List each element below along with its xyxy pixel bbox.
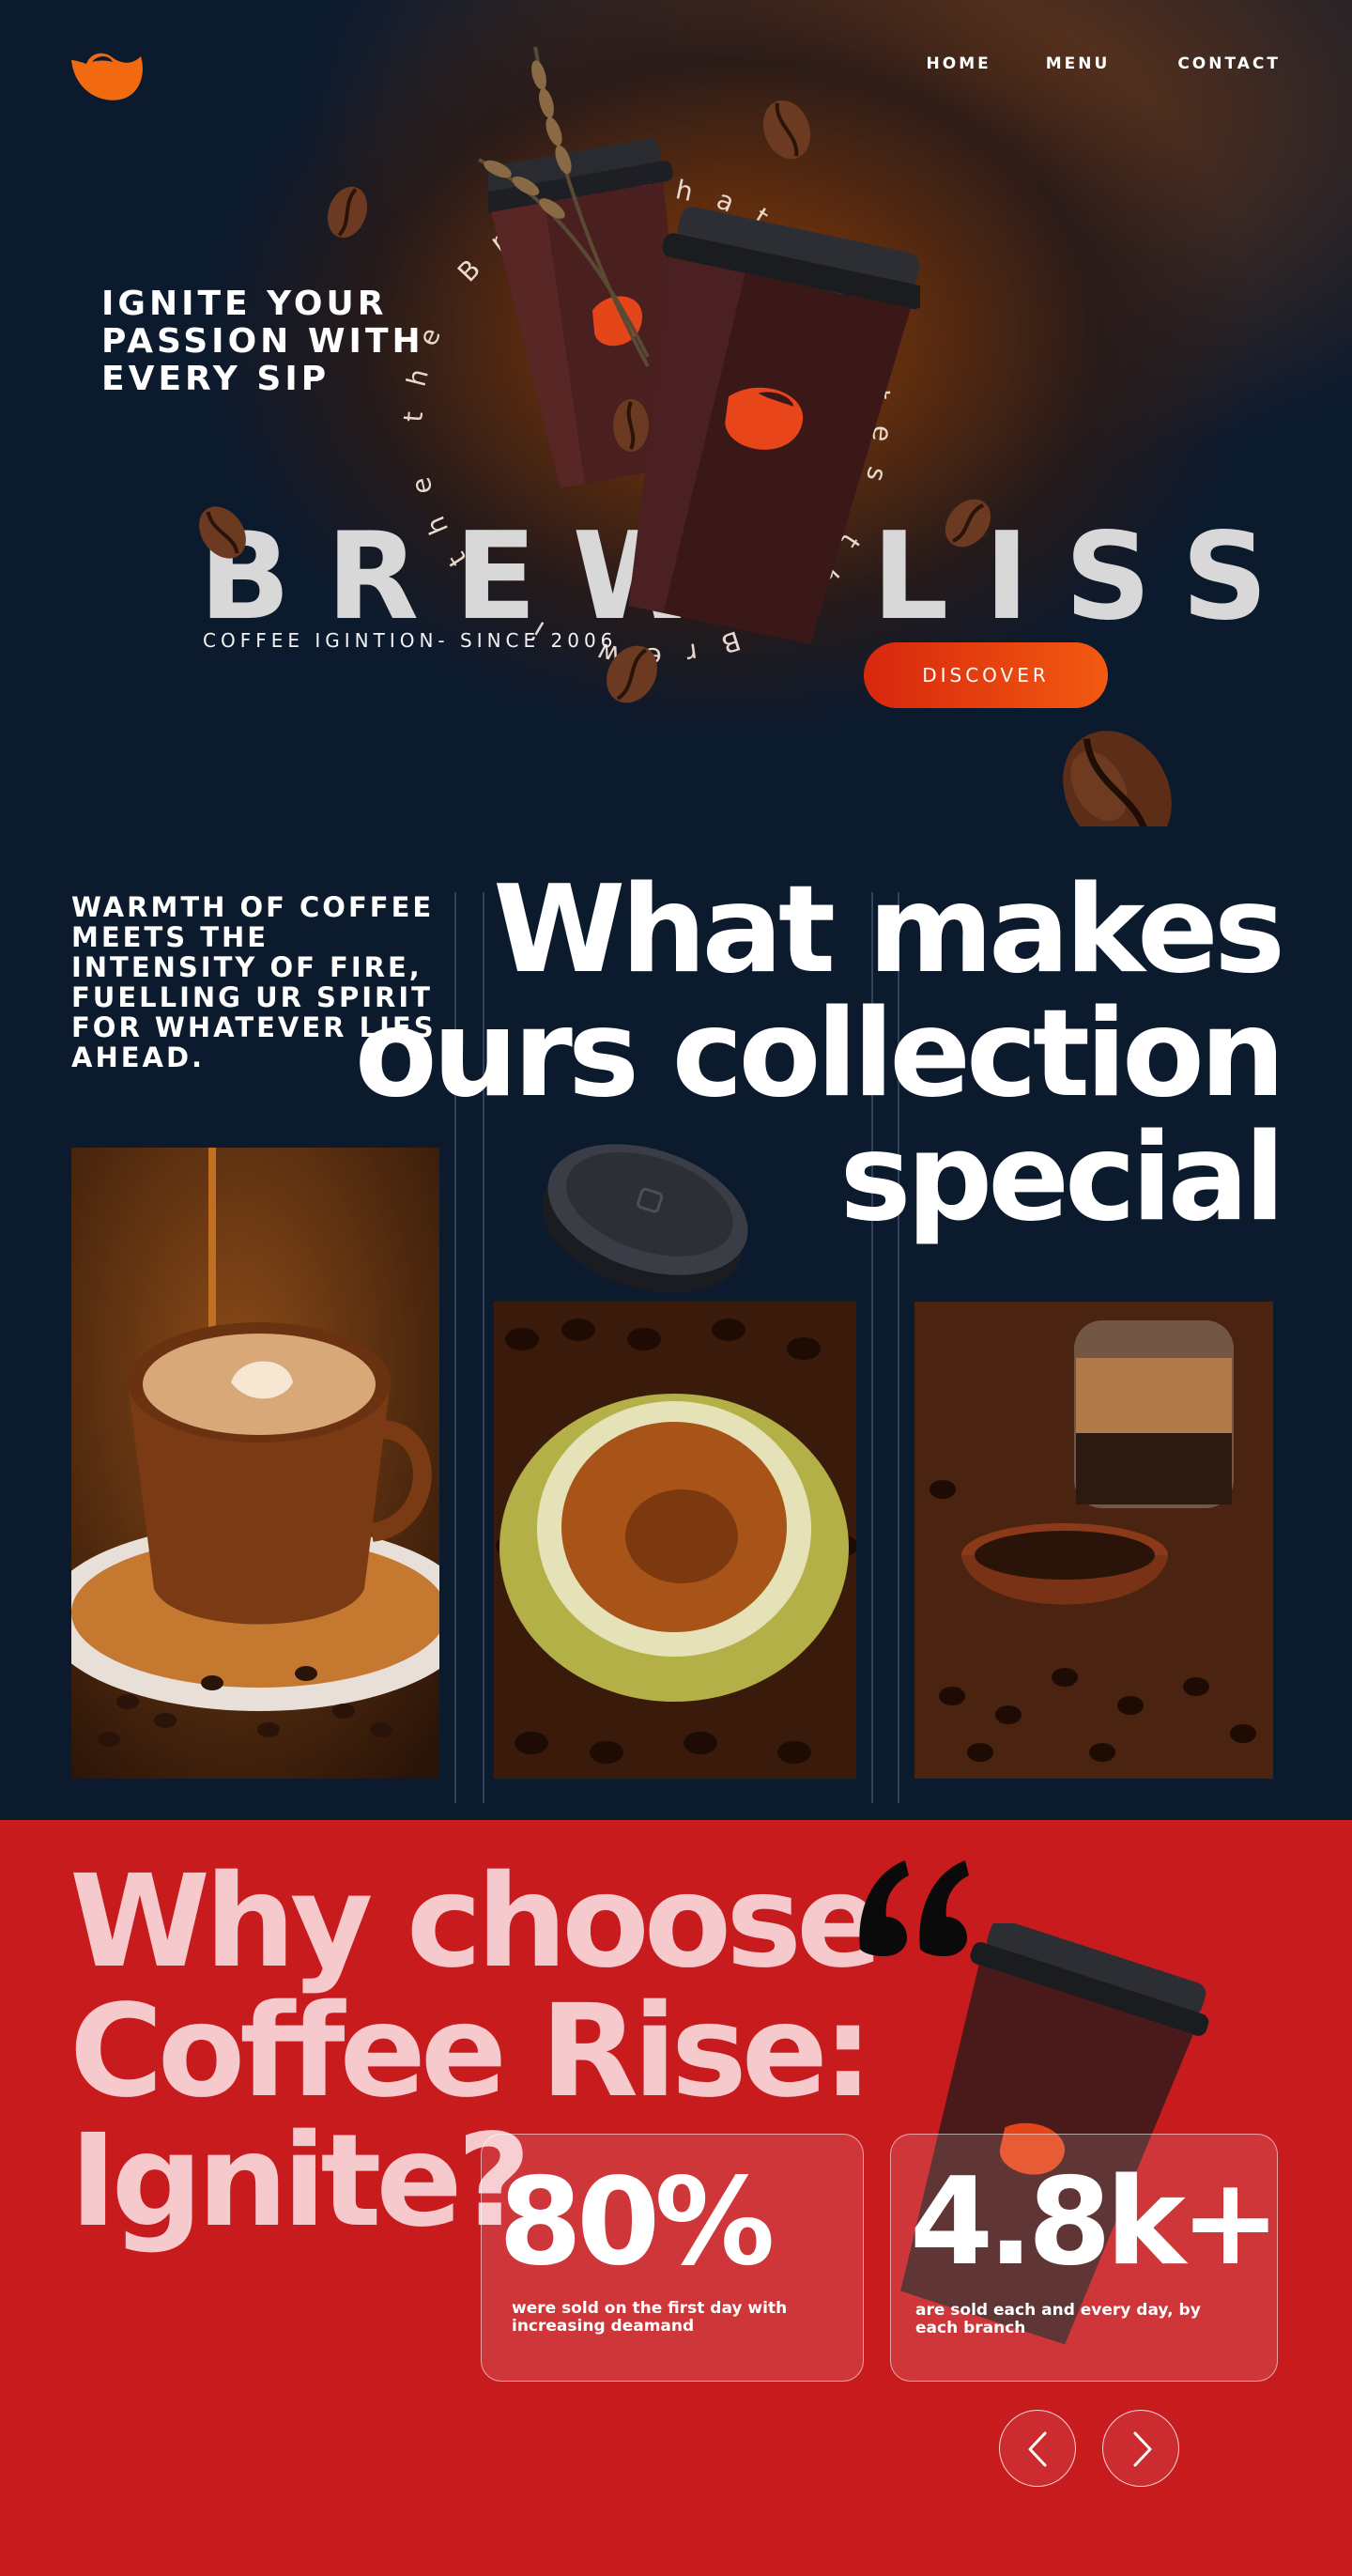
coffee-bean-image: [327, 186, 368, 239]
beans-bowl-photo: [914, 1302, 1273, 1779]
main-nav: HOME MENU CONTACT: [927, 54, 1281, 73]
stat-description: are sold each and every day, by each bra…: [915, 2301, 1201, 2337]
brand-right: LISS: [871, 507, 1304, 647]
prev-arrow-button[interactable]: [999, 2410, 1076, 2487]
stat-card: 80% were sold on the first day with incr…: [481, 2134, 864, 2382]
discover-button[interactable]: DISCOVER: [864, 642, 1108, 708]
coffee-bean-image: [762, 100, 811, 160]
nav-contact-link[interactable]: CONTACT: [1177, 54, 1281, 73]
quote-icon: [859, 1860, 969, 1956]
since-caption: COFFEE IGINTION- SINCE 2006: [203, 629, 618, 652]
chevron-right-icon: [1133, 2431, 1152, 2467]
stat-description: were sold on the first day with increasi…: [512, 2299, 788, 2336]
coffee-bean-image: [613, 399, 649, 452]
next-arrow-button[interactable]: [1102, 2410, 1179, 2487]
cup-lid-image: [542, 1144, 748, 1293]
latte-art-photo: [71, 1148, 439, 1779]
espresso-beans-photo: [494, 1302, 856, 1779]
nav-home-link[interactable]: HOME: [927, 54, 991, 73]
stat-value: 4.8k+: [910, 2152, 1281, 2292]
chevron-left-icon: [1028, 2431, 1047, 2467]
stat-value: 80%: [499, 2152, 775, 2292]
coffee-bean-image: [199, 506, 246, 559]
logo-icon[interactable]: [69, 47, 145, 103]
stat-card: 4.8k+ are sold each and every day, by ea…: [890, 2134, 1281, 2382]
coffee-bean-image: [945, 499, 991, 548]
nav-menu-link[interactable]: MENU: [1046, 54, 1111, 73]
